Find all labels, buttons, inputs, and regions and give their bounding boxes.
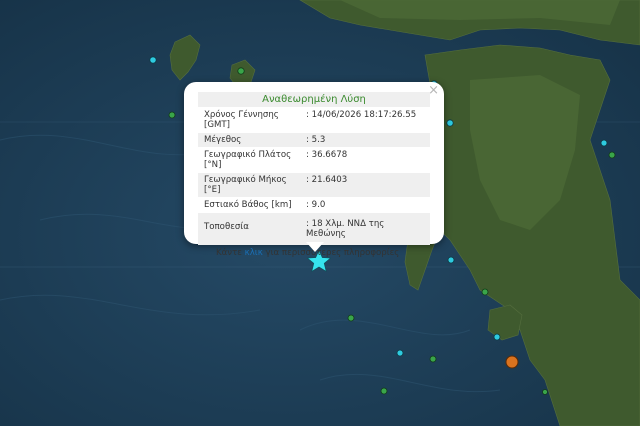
cyan-circle-marker-icon [493, 333, 501, 341]
orange-circle-marker-icon [505, 355, 519, 369]
info-row-latitude: Γεωγραφικό Πλάτος [°N] 36.6678 [198, 148, 430, 172]
popup-pointer [306, 242, 324, 252]
event-info-popup: × Αναθεωρημένη Λύση Χρόνος Γέννησης [GMT… [184, 82, 444, 258]
info-row-origin-time: Χρόνος Γέννησης [GMT] 14/06/2026 18:17:2… [198, 108, 430, 132]
cyan-circle-marker-icon [446, 119, 454, 127]
green-circle-marker-icon [542, 389, 548, 395]
row-label: Γεωγραφικό Πλάτος [°N] [204, 150, 292, 170]
green-circle-marker-icon [608, 151, 616, 159]
row-value: 21.6403 [302, 173, 430, 197]
green-circle-marker-icon [380, 387, 388, 395]
cyan-circle-marker-icon [149, 56, 157, 64]
row-label: Μέγεθος [204, 135, 242, 145]
popup-title: Αναθεωρημένη Λύση [198, 92, 430, 107]
cyan-circle-marker-icon [396, 349, 404, 357]
cyan-circle-marker-icon [600, 139, 608, 147]
info-row-depth: Εστιακό Βάθος [km] 9.0 [198, 198, 430, 212]
info-row-location: Τοποθεσία 18 Χλμ. ΝΝΔ της Μεθώνης [198, 213, 430, 245]
more-suffix: για περισσότερες πληροφορίες [262, 248, 400, 258]
row-label: Τοποθεσία [204, 222, 249, 232]
more-info-link[interactable]: κλικ [245, 248, 263, 258]
row-value: 9.0 [302, 198, 430, 212]
row-value: 36.6678 [302, 148, 430, 172]
more-prefix: Κάντε [216, 248, 245, 258]
green-circle-marker-icon [481, 288, 489, 296]
info-row-magnitude: Μέγεθος 5.3 [198, 133, 430, 147]
info-row-longitude: Γεωγραφικό Μήκος [°E] 21.6403 [198, 173, 430, 197]
green-circle-marker-icon [237, 67, 245, 75]
row-value: 14/06/2026 18:17:26.55 [302, 108, 430, 132]
row-label: Εστιακό Βάθος [km] [204, 200, 292, 210]
green-circle-marker-icon [429, 355, 437, 363]
row-value: 18 Χλμ. ΝΝΔ της Μεθώνης [302, 217, 430, 241]
popup-content: Αναθεωρημένη Λύση Χρόνος Γέννησης [GMT] … [198, 92, 430, 258]
green-circle-marker-icon [168, 111, 176, 119]
green-circle-marker-icon [347, 314, 355, 322]
row-label: Χρόνος Γέννησης [GMT] [204, 110, 279, 130]
cyan-circle-marker-icon [447, 256, 455, 264]
row-label: Γεωγραφικό Μήκος [°E] [204, 175, 287, 195]
row-value: 5.3 [302, 133, 430, 147]
